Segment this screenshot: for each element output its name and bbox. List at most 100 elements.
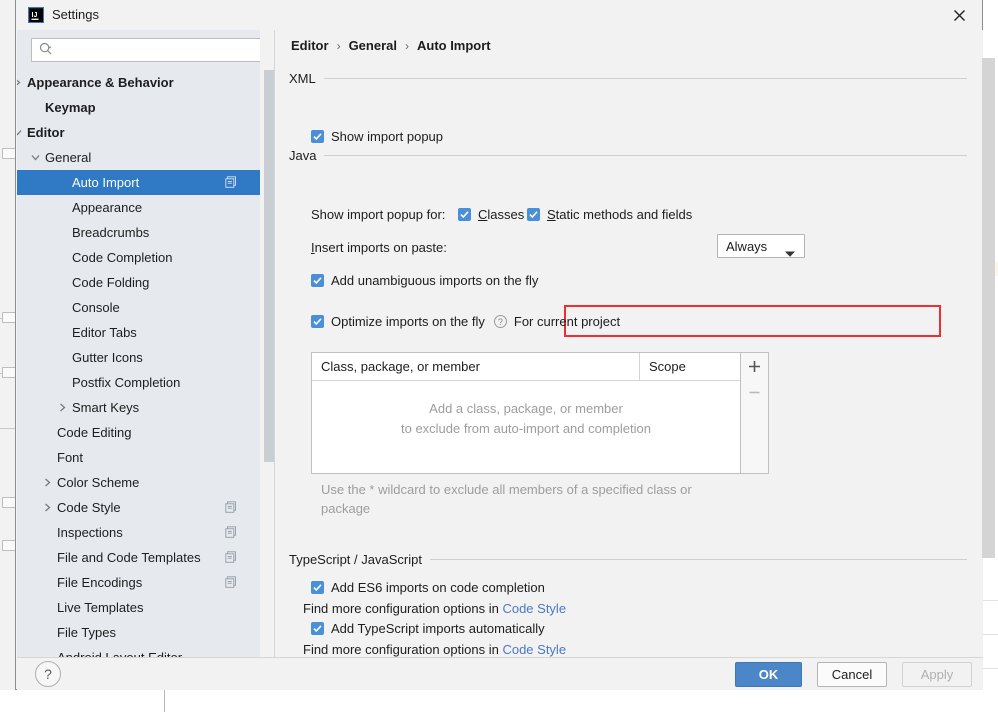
sidebar-item-console[interactable]: Console	[17, 295, 260, 320]
sidebar-item-editor[interactable]: Editor	[17, 120, 260, 145]
sidebar-item-smart-keys[interactable]: Smart Keys	[17, 395, 260, 420]
title-bar: IJ Settings	[16, 0, 982, 30]
group-header-java: Java	[289, 147, 967, 163]
code-style-link[interactable]: Code Style	[502, 601, 566, 616]
sidebar-item-file-encodings[interactable]: File Encodings	[17, 570, 260, 595]
checkbox-label-rest: tatic methods and fields	[555, 207, 693, 222]
checkbox-add-unambiguous-imports[interactable]: Add unambiguous imports on the fly	[311, 273, 538, 288]
sidebar-item-font[interactable]: Font	[17, 445, 260, 470]
select-value: Always	[726, 238, 768, 254]
close-icon[interactable]	[936, 0, 982, 30]
checkbox-checked-icon	[311, 581, 324, 594]
exclude-table[interactable]: Class, package, or member Scope Add a cl…	[311, 352, 741, 474]
optimize-imports-scope-hint: For current project	[513, 314, 621, 329]
sidebar-item-code-editing[interactable]: Code Editing	[17, 420, 260, 445]
ok-button[interactable]: OK	[735, 662, 802, 687]
search-box[interactable]	[31, 38, 260, 62]
content-scrollbar-thumb[interactable]	[982, 58, 995, 558]
label-show-import-popup-for: Show import popup for:	[311, 207, 446, 222]
label-rest: nsert imports on paste:	[314, 240, 447, 255]
breadcrumb-item-auto-import: Auto Import	[416, 38, 491, 53]
group-header-xml: XML	[289, 70, 967, 86]
settings-content-pane: Editor › General › Auto Import XML Show …	[275, 30, 983, 657]
exclude-table-buttons	[741, 352, 769, 474]
sidebar-item-label: Console	[72, 300, 120, 315]
sidebar-item-label: Font	[57, 450, 84, 465]
checkbox-checked-icon	[311, 130, 324, 143]
group-title-java: Java	[289, 147, 317, 163]
chevron-down-icon[interactable]	[29, 152, 41, 164]
cancel-button[interactable]: Cancel	[817, 662, 887, 687]
sidebar-item-appearance[interactable]: Appearance	[17, 195, 260, 220]
sidebar-item-appearance-behavior[interactable]: Appearance & Behavior	[17, 70, 260, 95]
remove-exclusion-button[interactable]	[741, 379, 768, 405]
search-input[interactable]	[57, 41, 251, 59]
sidebar-item-label: Appearance	[72, 200, 143, 215]
sidebar-item-gutter-icons[interactable]: Gutter Icons	[17, 345, 260, 370]
sidebar-item-label: Gutter Icons	[72, 350, 143, 365]
intellij-idea-icon: IJ	[28, 7, 44, 23]
content-scrollbar-track[interactable]	[966, 30, 980, 657]
column-header-class-package-member[interactable]: Class, package, or member	[312, 353, 640, 380]
checkbox-static-methods-and-fields[interactable]: Static methods and fields	[527, 207, 692, 222]
sidebar-item-code-style[interactable]: Code Style	[17, 495, 260, 520]
project-settings-copy-icon	[225, 551, 238, 567]
sidebar-scrollbar-thumb[interactable]	[264, 70, 274, 462]
checkbox-show-import-popup-xml[interactable]: Show import popup	[311, 129, 443, 144]
sidebar-item-breadcrumbs[interactable]: Breadcrumbs	[17, 220, 260, 245]
checkbox-label: Add ES6 imports on code completion	[331, 580, 545, 595]
code-style-link[interactable]: Code Style	[502, 642, 566, 657]
checkbox-optimize-imports-on-the-fly[interactable]: Optimize imports on the fly ? For curren…	[311, 314, 620, 329]
sidebar-item-color-scheme[interactable]: Color Scheme	[17, 470, 260, 495]
sidebar-item-label: Color Scheme	[57, 475, 140, 490]
background-window-bottom-edge	[0, 690, 998, 712]
column-header-scope[interactable]: Scope	[640, 353, 740, 380]
chevron-down-icon[interactable]	[17, 127, 23, 139]
sidebar-item-label: File and Code Templates	[57, 550, 201, 565]
checkbox-classes[interactable]: Classes	[458, 207, 524, 222]
checkbox-checked-icon	[527, 208, 540, 221]
chevron-right-icon[interactable]	[41, 477, 53, 489]
checkbox-add-typescript-imports[interactable]: Add TypeScript imports automatically	[311, 621, 545, 636]
sidebar-item-postfix-completion[interactable]: Postfix Completion	[17, 370, 260, 395]
chevron-right-icon[interactable]	[17, 77, 23, 89]
empty-state-line-2: to exclude from auto-import and completi…	[400, 421, 651, 436]
checkbox-label: Show import popup	[331, 129, 444, 144]
sidebar-item-label: Appearance & Behavior	[27, 75, 174, 90]
sidebar-item-android-layout-editor[interactable]: Android Layout Editor	[17, 645, 260, 657]
chevron-right-icon[interactable]	[56, 402, 68, 414]
checkbox-add-es6-imports[interactable]: Add ES6 imports on code completion	[311, 580, 545, 595]
checkbox-label-rest: lasses	[487, 207, 525, 222]
sidebar-item-label: Live Templates	[57, 600, 144, 615]
help-button[interactable]: ?	[35, 661, 61, 687]
checkbox-label: Add TypeScript imports automatically	[331, 621, 545, 636]
mnemonic-letter: S	[547, 207, 556, 222]
sidebar-item-live-templates[interactable]: Live Templates	[17, 595, 260, 620]
checkbox-checked-icon	[458, 208, 471, 221]
sidebar-item-file-and-code-templates[interactable]: File and Code Templates	[17, 545, 260, 570]
sidebar-item-code-folding[interactable]: Code Folding	[17, 270, 260, 295]
sidebar-item-inspections[interactable]: Inspections	[17, 520, 260, 545]
add-exclusion-button[interactable]	[741, 353, 768, 379]
sidebar-item-label: File Encodings	[57, 575, 143, 590]
project-settings-copy-icon	[225, 176, 238, 192]
sidebar-item-auto-import[interactable]: Auto Import	[17, 170, 260, 195]
chevron-down-icon	[785, 245, 795, 260]
typescript-config-hint: Find more configuration options in Code …	[303, 642, 566, 657]
checkbox-label: Classes	[478, 207, 524, 222]
window-title: Settings	[52, 7, 99, 22]
help-question-icon[interactable]: ?	[493, 315, 507, 328]
sidebar-item-general[interactable]: General	[17, 145, 260, 170]
group-header-typescript-javascript: TypeScript / JavaScript	[289, 551, 967, 567]
highlight-annotation-box	[564, 305, 941, 337]
insert-imports-on-paste-select[interactable]: Always	[717, 234, 805, 258]
breadcrumb-item-general[interactable]: General	[349, 38, 397, 53]
breadcrumb-item-editor[interactable]: Editor	[291, 38, 329, 53]
sidebar-item-code-completion[interactable]: Code Completion	[17, 245, 260, 270]
chevron-right-icon[interactable]	[41, 502, 53, 514]
sidebar-item-editor-tabs[interactable]: Editor Tabs	[17, 320, 260, 345]
sidebar-item-file-types[interactable]: File Types	[17, 620, 260, 645]
ts-hint-prefix: Find more configuration options in	[303, 642, 503, 657]
sidebar-item-keymap[interactable]: Keymap	[17, 95, 260, 120]
group-rule	[429, 558, 967, 560]
